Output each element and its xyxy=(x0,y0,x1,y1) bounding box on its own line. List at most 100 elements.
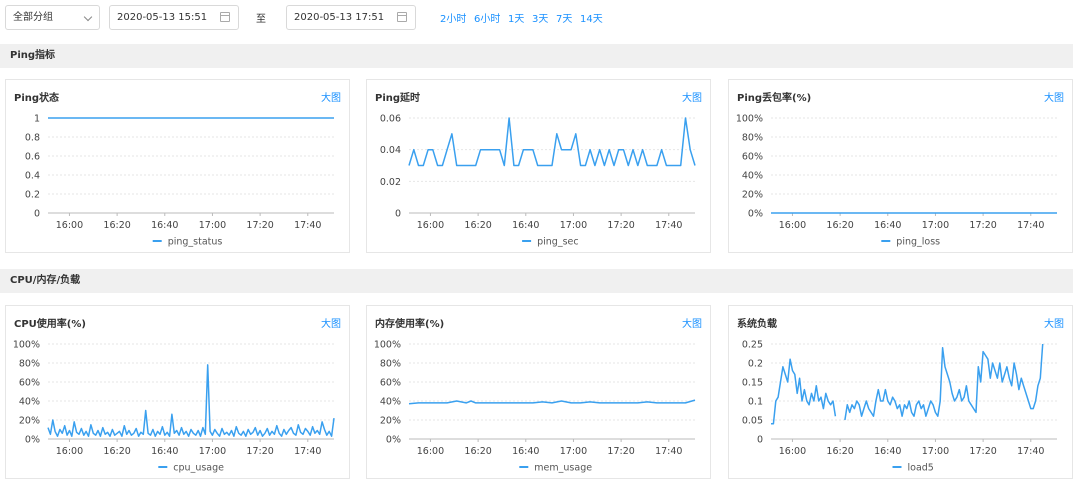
y-tick-label: 80% xyxy=(742,133,763,144)
y-tick-label: 0.06 xyxy=(380,114,401,125)
x-tick-label: 17:40 xyxy=(1017,446,1044,457)
chart-title: CPU使用率(%) xyxy=(14,319,86,330)
x-tick-label: 17:40 xyxy=(655,446,682,457)
legend-label: mem_usage xyxy=(534,463,592,474)
x-tick-label: 16:40 xyxy=(512,446,539,457)
y-tick-label: 60% xyxy=(380,378,401,389)
group-select-value: 全部分组 xyxy=(13,12,53,23)
x-tick-label: 16:20 xyxy=(103,220,130,231)
start-time-value: 2020-05-13 15:51 xyxy=(117,12,208,23)
x-tick-label: 17:00 xyxy=(922,220,949,231)
x-tick-label: 16:00 xyxy=(779,446,806,457)
x-tick-label: 16:00 xyxy=(56,446,83,457)
x-tick-label: 17:40 xyxy=(655,220,682,231)
x-tick-label: 17:00 xyxy=(560,220,587,231)
x-tick-label: 16:20 xyxy=(464,446,491,457)
x-tick-label: 16:40 xyxy=(151,446,178,457)
x-tick-label: 16:00 xyxy=(779,220,806,231)
end-time-value: 2020-05-13 17:51 xyxy=(294,12,385,23)
chart-svg: 0 0.2 0.4 0.6 0.8 1 16:00 16:20 16:40 17:00 17:20 1… xyxy=(25,114,334,248)
y-tick-label: 0.04 xyxy=(380,145,401,156)
quick-range-3d[interactable]: 3天 xyxy=(532,10,548,25)
quick-range-2h[interactable]: 2小时 xyxy=(440,10,466,25)
chart-card-ping-loss: 0% 20% 40% 60% 80% 100% 16:00 16:20 16:40 17:00 17… xyxy=(728,79,1073,253)
x-tick-label: 16:20 xyxy=(464,220,491,231)
chart-card-cpu-usage: 0% 20% 40% 60% 80% 100% 16:00 16:20 16:40 17:00 17… xyxy=(5,305,350,479)
y-tick-label: 100% xyxy=(374,340,401,351)
y-tick-label: 20% xyxy=(742,190,763,201)
x-tick-label: 17:40 xyxy=(294,220,321,231)
y-tick-label: 40% xyxy=(742,171,763,182)
legend-label: ping_loss xyxy=(896,237,940,248)
y-tick-label: 20% xyxy=(380,416,401,427)
y-tick-label: 0.02 xyxy=(380,177,401,188)
chart-svg: 0 0.02 0.04 0.06 16:00 16:20 16:40 17:00 17:20 17… xyxy=(380,114,696,248)
calendar-icon xyxy=(220,12,230,22)
series-line-load5 xyxy=(771,343,1044,425)
y-tick-label: 0% xyxy=(748,209,763,220)
quick-range-7d[interactable]: 7天 xyxy=(556,10,572,25)
x-tick-label: 17:00 xyxy=(560,446,587,457)
x-tick-label: 17:00 xyxy=(199,446,226,457)
y-tick-label: 100% xyxy=(13,340,40,351)
start-time-input[interactable]: 2020-05-13 15:51 xyxy=(109,5,239,30)
x-tick-label: 17:20 xyxy=(607,446,634,457)
section-header-ping: Ping指标 xyxy=(0,44,1073,68)
chart-svg: 0% 20% 40% 60% 80% 100% 16:00 16:20 16:40 17:00 17… xyxy=(736,114,1057,248)
x-tick-label: 16:40 xyxy=(512,220,539,231)
x-tick-label: 16:00 xyxy=(417,220,444,231)
x-tick-label: 17:20 xyxy=(607,220,634,231)
chart-svg: 0% 20% 40% 60% 80% 100% 16:00 16:20 16:40 17:00 17… xyxy=(13,340,335,474)
series-line-ping-sec xyxy=(408,117,696,167)
x-tick-label: 17:20 xyxy=(969,446,996,457)
expand-chart-link[interactable]: 大图 xyxy=(682,315,702,330)
range-separator: 至 xyxy=(256,14,266,25)
x-tick-label: 16:00 xyxy=(56,220,83,231)
group-select[interactable]: 全部分组 xyxy=(5,5,100,30)
expand-chart-link[interactable]: 大图 xyxy=(1044,89,1064,104)
section-header-cpu: CPU/内存/负载 xyxy=(0,269,1073,293)
expand-chart-link[interactable]: 大图 xyxy=(321,89,341,104)
chart-title: 内存使用率(%) xyxy=(375,319,445,330)
x-tick-label: 16:20 xyxy=(103,446,130,457)
y-tick-label: 0% xyxy=(386,435,401,446)
y-tick-label: 80% xyxy=(380,359,401,370)
x-tick-label: 17:00 xyxy=(922,446,949,457)
quick-range-6h[interactable]: 6小时 xyxy=(474,10,500,25)
series-line-mem-usage xyxy=(408,399,696,405)
chart-card-ping-latency: 0 0.02 0.04 0.06 16:00 16:20 16:40 17:00 17:20 17… xyxy=(366,79,711,253)
chart-title: 系统负载 xyxy=(737,319,777,330)
y-tick-label: 40% xyxy=(19,397,40,408)
x-tick-label: 17:00 xyxy=(199,220,226,231)
quick-range-14d[interactable]: 14天 xyxy=(580,10,603,25)
y-tick-label: 0.05 xyxy=(742,416,763,427)
legend-label: ping_sec xyxy=(537,237,579,248)
chart-title: Ping丢包率(%) xyxy=(737,93,812,104)
y-tick-label: 60% xyxy=(742,152,763,163)
expand-chart-link[interactable]: 大图 xyxy=(682,89,702,104)
y-tick-label: 0.15 xyxy=(742,378,763,389)
x-tick-label: 16:00 xyxy=(417,446,444,457)
y-tick-label: 20% xyxy=(19,416,40,427)
y-tick-label: 80% xyxy=(19,359,40,370)
expand-chart-link[interactable]: 大图 xyxy=(321,315,341,330)
y-tick-label: 60% xyxy=(19,378,40,389)
x-tick-label: 17:20 xyxy=(246,220,273,231)
x-tick-label: 16:20 xyxy=(826,446,853,457)
chart-svg: 0 0.05 0.1 0.15 0.2 0.25 16:00 16:20 16:40 17:00 1… xyxy=(742,340,1057,474)
y-tick-label: 0.8 xyxy=(25,133,40,144)
y-tick-label: 0 xyxy=(395,209,401,220)
quick-range-1d[interactable]: 1天 xyxy=(508,10,524,25)
y-tick-label: 0.1 xyxy=(748,397,763,408)
x-tick-label: 17:20 xyxy=(969,220,996,231)
expand-chart-link[interactable]: 大图 xyxy=(1044,315,1064,330)
y-tick-label: 0% xyxy=(25,435,40,446)
chart-card-mem-usage: 0% 20% 40% 60% 80% 100% 16:00 16:20 16:40 17:00 17… xyxy=(366,305,711,479)
x-tick-label: 16:40 xyxy=(151,220,178,231)
calendar-icon xyxy=(397,12,407,22)
x-tick-label: 17:40 xyxy=(1017,220,1044,231)
chart-svg: 0% 20% 40% 60% 80% 100% 16:00 16:20 16:40 17:00 17… xyxy=(374,340,696,474)
chart-title: Ping延时 xyxy=(375,93,421,104)
end-time-input[interactable]: 2020-05-13 17:51 xyxy=(286,5,416,30)
y-tick-label: 0.2 xyxy=(25,190,40,201)
